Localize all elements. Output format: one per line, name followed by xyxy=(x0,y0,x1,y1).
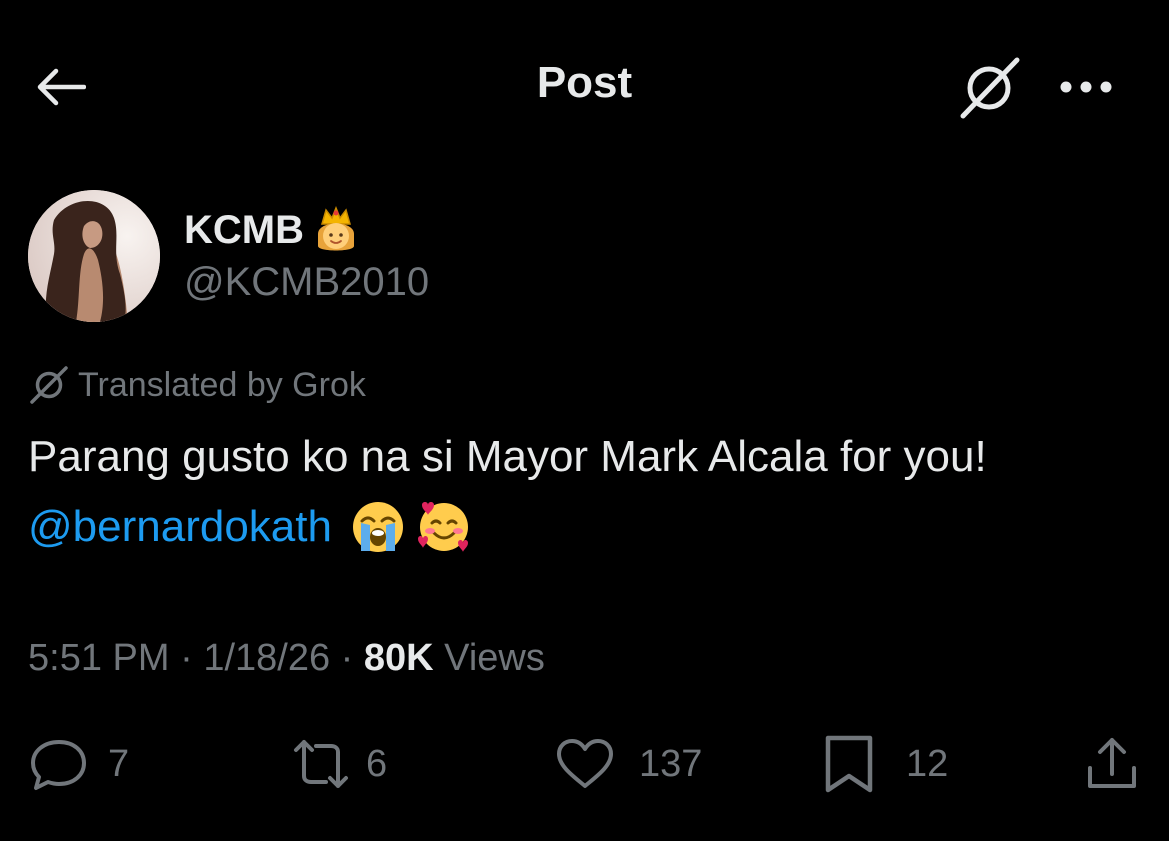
meta-separator: · xyxy=(340,637,354,679)
bookmark-count: 12 xyxy=(906,742,949,785)
like-button[interactable]: 137 xyxy=(553,732,702,796)
author-name-row[interactable]: KCMB xyxy=(184,206,362,254)
repost-button[interactable]: 6 xyxy=(286,732,387,796)
post-date: 1/18/26 xyxy=(203,637,331,679)
more-button[interactable] xyxy=(1052,64,1120,110)
reply-icon xyxy=(31,740,86,790)
avatar-image xyxy=(28,190,160,322)
views-label: Views xyxy=(444,637,545,679)
princess-emoji xyxy=(317,206,354,251)
reply-button[interactable]: 7 xyxy=(28,732,129,796)
like-count: 137 xyxy=(639,742,703,785)
loudly-crying-face-emoji xyxy=(352,502,403,552)
grok-button[interactable] xyxy=(952,52,1028,122)
heart-icon xyxy=(557,739,613,788)
post-time: 5:51 PM xyxy=(28,637,170,679)
author-handle[interactable]: @KCMB2010 xyxy=(184,260,429,305)
repost-icon xyxy=(294,740,348,788)
avatar[interactable] xyxy=(28,190,160,322)
translation-notice[interactable]: Translated by Grok xyxy=(28,365,366,405)
bookmark-button[interactable]: 12 xyxy=(822,732,948,796)
bookmark-icon xyxy=(825,735,873,793)
smiling-face-with-hearts-emoji xyxy=(417,502,468,552)
post-text: Parang gusto ko na si Mayor Mark Alcala … xyxy=(28,432,987,481)
grok-icon xyxy=(960,57,1020,119)
reply-count: 7 xyxy=(108,742,130,785)
views-count[interactable]: 80K xyxy=(364,637,434,679)
post-meta: 5:51 PM · 1/18/26 · 80K Views xyxy=(28,637,545,680)
share-button[interactable] xyxy=(1082,732,1142,796)
translation-label: Translated by Grok xyxy=(78,365,366,404)
mention-link[interactable]: @bernardokath xyxy=(28,495,332,559)
share-icon xyxy=(1088,738,1136,788)
meta-separator: · xyxy=(180,637,193,679)
post-text-line-2: @bernardokath xyxy=(28,495,472,559)
display-name: KCMB xyxy=(184,207,304,252)
more-horizontal-icon xyxy=(1060,81,1112,93)
repost-count: 6 xyxy=(366,742,388,785)
grok-icon xyxy=(30,366,68,404)
